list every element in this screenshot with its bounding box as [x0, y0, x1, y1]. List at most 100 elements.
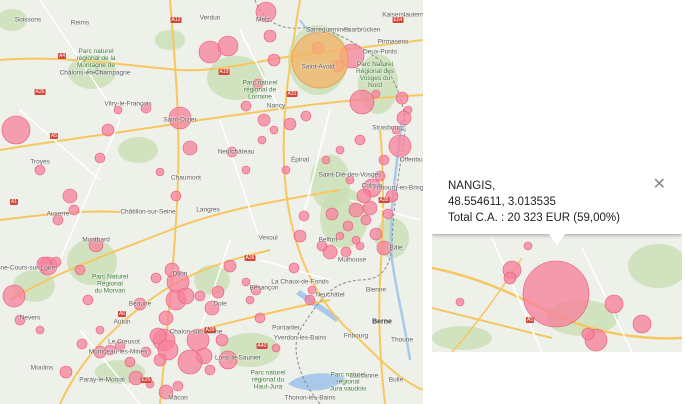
left-map-canvas[interactable]: [0, 0, 423, 404]
revenue-marker[interactable]: [263, 29, 277, 43]
revenue-marker[interactable]: [455, 297, 465, 307]
revenue-marker[interactable]: [257, 135, 267, 145]
revenue-marker[interactable]: [335, 145, 345, 155]
revenue-marker[interactable]: [52, 214, 64, 226]
revenue-marker[interactable]: [155, 167, 165, 177]
revenue-marker[interactable]: [204, 300, 220, 316]
revenue-marker[interactable]: [14, 314, 26, 326]
revenue-marker[interactable]: [170, 190, 182, 202]
revenue-marker[interactable]: [632, 314, 652, 334]
revenue-marker[interactable]: [114, 340, 126, 352]
revenue-marker[interactable]: [101, 123, 115, 137]
revenue-marker[interactable]: [50, 256, 62, 268]
revenue-marker[interactable]: [74, 264, 86, 276]
revenue-marker[interactable]: [150, 272, 162, 284]
revenue-marker[interactable]: [198, 40, 222, 64]
revenue-marker[interactable]: [604, 294, 624, 314]
revenue-marker[interactable]: [1, 115, 31, 145]
revenue-marker[interactable]: [36, 256, 52, 272]
revenue-marker[interactable]: [283, 117, 297, 131]
revenue-marker[interactable]: [95, 325, 105, 335]
revenue-marker[interactable]: [304, 294, 316, 306]
revenue-marker[interactable]: [271, 343, 281, 353]
revenue-marker[interactable]: [133, 297, 147, 311]
revenue-marker[interactable]: [172, 380, 184, 392]
revenue-marker[interactable]: [158, 384, 174, 400]
revenue-marker[interactable]: [226, 146, 238, 158]
revenue-marker[interactable]: [252, 78, 264, 90]
revenue-marker[interactable]: [153, 353, 167, 367]
revenue-marker[interactable]: [378, 154, 390, 166]
revenue-marker[interactable]: [164, 262, 180, 278]
revenue-marker[interactable]: [316, 240, 328, 252]
revenue-marker[interactable]: [94, 152, 106, 164]
revenue-marker[interactable]: [215, 333, 229, 347]
revenue-marker[interactable]: [140, 346, 152, 358]
revenue-marker[interactable]: [523, 241, 533, 251]
revenue-marker[interactable]: [298, 210, 310, 222]
revenue-marker[interactable]: [245, 295, 255, 305]
right-map-panel[interactable]: A5 NANGIS, 48.554611, 3.013535 Total C.A…: [432, 168, 682, 352]
revenue-marker[interactable]: [325, 207, 339, 221]
revenue-marker[interactable]: [351, 235, 361, 245]
revenue-marker[interactable]: [269, 125, 279, 135]
revenue-marker[interactable]: [88, 237, 104, 253]
left-map-panel[interactable]: Soissons Reims Parc naturel régional de la…: [0, 0, 423, 404]
revenue-marker[interactable]: [396, 110, 412, 126]
revenue-marker[interactable]: [321, 155, 331, 165]
revenue-marker[interactable]: [218, 350, 238, 370]
revenue-marker[interactable]: [124, 356, 136, 368]
close-icon[interactable]: ✕: [653, 177, 666, 193]
revenue-marker[interactable]: [382, 208, 394, 220]
highlighted-revenue-marker[interactable]: [291, 31, 349, 89]
revenue-marker[interactable]: [371, 89, 381, 99]
revenue-marker[interactable]: [93, 345, 107, 359]
revenue-marker[interactable]: [82, 294, 94, 306]
revenue-marker[interactable]: [240, 100, 252, 112]
revenue-marker[interactable]: [388, 134, 412, 158]
revenue-marker[interactable]: [342, 220, 354, 232]
revenue-marker[interactable]: [177, 349, 203, 375]
revenue-marker[interactable]: [354, 134, 366, 146]
revenue-marker[interactable]: [241, 277, 251, 287]
revenue-marker[interactable]: [503, 271, 517, 285]
revenue-marker[interactable]: [293, 229, 307, 243]
revenue-marker[interactable]: [362, 200, 378, 216]
revenue-marker[interactable]: [158, 310, 174, 326]
revenue-marker[interactable]: [76, 338, 88, 350]
revenue-marker[interactable]: [360, 214, 372, 226]
revenue-marker[interactable]: [335, 231, 345, 241]
revenue-marker[interactable]: [2, 284, 26, 308]
revenue-marker[interactable]: [288, 262, 300, 274]
revenue-marker[interactable]: [177, 287, 195, 305]
revenue-marker[interactable]: [211, 285, 225, 299]
revenue-marker[interactable]: [182, 140, 198, 156]
revenue-marker[interactable]: [68, 204, 80, 216]
revenue-marker[interactable]: [168, 106, 192, 130]
revenue-marker[interactable]: [267, 53, 281, 67]
revenue-marker[interactable]: [204, 364, 216, 376]
revenue-marker[interactable]: [34, 164, 46, 176]
revenue-marker[interactable]: [340, 246, 352, 258]
revenue-marker[interactable]: [194, 290, 206, 302]
revenue-marker[interactable]: [374, 170, 386, 182]
revenue-marker[interactable]: [257, 113, 271, 127]
revenue-marker[interactable]: [395, 91, 409, 105]
revenue-marker[interactable]: [250, 284, 262, 296]
revenue-marker[interactable]: [35, 325, 45, 335]
revenue-marker[interactable]: [255, 1, 277, 23]
revenue-marker[interactable]: [300, 110, 312, 122]
revenue-marker[interactable]: [348, 202, 364, 218]
revenue-marker[interactable]: [241, 165, 251, 175]
revenue-marker[interactable]: [59, 365, 73, 379]
revenue-marker[interactable]: [376, 240, 392, 256]
revenue-marker[interactable]: [345, 175, 355, 185]
revenue-marker[interactable]: [217, 35, 239, 57]
revenue-marker[interactable]: [369, 227, 383, 241]
revenue-marker[interactable]: [104, 344, 116, 356]
revenue-marker[interactable]: [254, 312, 266, 324]
revenue-marker[interactable]: [140, 102, 152, 114]
revenue-marker[interactable]: [113, 105, 123, 115]
revenue-marker[interactable]: [581, 327, 595, 341]
revenue-marker[interactable]: [391, 125, 401, 135]
